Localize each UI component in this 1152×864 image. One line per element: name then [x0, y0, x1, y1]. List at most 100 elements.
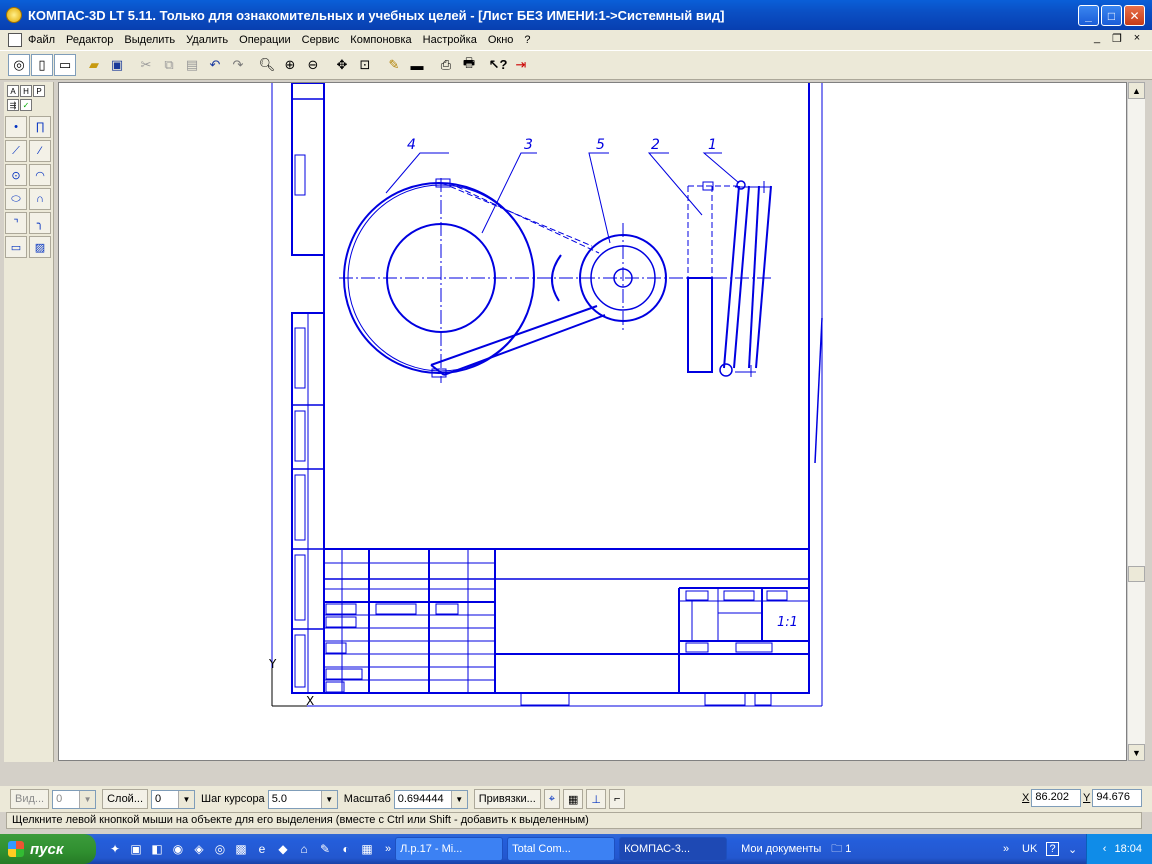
open-icon[interactable]: ▰: [83, 54, 105, 76]
segment-icon[interactable]: ⟋: [5, 140, 27, 162]
palette-tab-params[interactable]: ⇶: [7, 99, 19, 111]
quicklaunch-app-icon-11[interactable]: ✎: [316, 840, 334, 858]
scroll-thumb[interactable]: [1128, 566, 1145, 582]
undo-icon[interactable]: ↶: [204, 54, 226, 76]
quicklaunch-app-icon-7[interactable]: ▩: [232, 840, 250, 858]
quicklaunch-app-icon-5[interactable]: ◈: [190, 840, 208, 858]
quicklaunch-app-icon-12[interactable]: ◐: [337, 840, 355, 858]
scale-combo[interactable]: 0.694444 ▼: [393, 789, 468, 809]
quicklaunch-app-icon-1[interactable]: ✦: [106, 840, 124, 858]
copy-icon[interactable]: ⧉: [158, 54, 180, 76]
document-icon[interactable]: [8, 33, 22, 47]
circle-icon[interactable]: ⊙: [5, 164, 27, 186]
chamfer-icon[interactable]: ⌝: [5, 212, 27, 234]
zoom-out-icon[interactable]: ⊖: [302, 54, 324, 76]
hatch-icon[interactable]: ▨: [29, 236, 51, 258]
menu-service[interactable]: Сервис: [302, 34, 340, 46]
quicklaunch-app-icon-8[interactable]: e: [253, 840, 271, 858]
ortho-icon[interactable]: ⌐: [608, 789, 626, 809]
redo-icon[interactable]: ↷: [227, 54, 249, 76]
drawing-sheet[interactable]: 4 3 5 2 1 1:1 Y X: [59, 83, 1127, 761]
mdi-restore-button[interactable]: ❐: [1110, 32, 1124, 45]
help-icon[interactable]: ↖?: [487, 54, 509, 76]
menu-operations[interactable]: Операции: [239, 34, 290, 46]
palette-tab-geometry[interactable]: А: [7, 85, 19, 97]
save-icon[interactable]: ▣: [106, 54, 128, 76]
quicklaunch-app-icon-6[interactable]: ◎: [211, 840, 229, 858]
quicklaunch-app-icon-4[interactable]: ◉: [169, 840, 187, 858]
quicklaunch-more-icon[interactable]: »: [385, 843, 391, 855]
view-combo[interactable]: 0 ▼: [52, 789, 97, 809]
snap-settings-icon[interactable]: ⌖: [543, 789, 560, 809]
fillet-icon[interactable]: ╮: [29, 212, 51, 234]
scroll-up-icon[interactable]: ▲: [1128, 82, 1145, 99]
rectangle-icon[interactable]: ▭: [5, 236, 27, 258]
menu-delete[interactable]: Удалить: [186, 34, 228, 46]
quicklaunch-app-icon-13[interactable]: ▦: [358, 840, 376, 858]
regenerate-icon[interactable]: ▬: [406, 54, 428, 76]
new-document-icon[interactable]: ▭: [54, 54, 76, 76]
maximize-button[interactable]: □: [1101, 5, 1122, 26]
toolbar-more-icon[interactable]: »: [1003, 843, 1009, 855]
chevron-down-icon[interactable]: ▼: [178, 790, 194, 808]
zoom-in-icon[interactable]: ⊕: [279, 54, 301, 76]
ellipse-icon[interactable]: ⬭: [5, 188, 27, 210]
exit-icon[interactable]: ⇥: [510, 54, 532, 76]
vertical-scrollbar[interactable]: ▲ ▼: [1127, 82, 1145, 761]
mdi-minimize-button[interactable]: _: [1090, 32, 1104, 45]
zoom-fit-icon[interactable]: ⊡: [354, 54, 376, 76]
palette-tab-dimensions[interactable]: Н: [20, 85, 32, 97]
task-kompas[interactable]: КОМПАС-3...: [619, 837, 728, 861]
help-tray-icon[interactable]: ?: [1046, 842, 1059, 856]
parallel-segment-icon[interactable]: ⁄: [29, 140, 51, 162]
mdi-close-button[interactable]: ×: [1130, 32, 1144, 45]
menu-window[interactable]: Окно: [488, 34, 514, 46]
layer-button[interactable]: Слой...: [102, 789, 148, 809]
layer-combo[interactable]: 0 ▼: [151, 789, 195, 809]
cut-icon[interactable]: ✂: [135, 54, 157, 76]
quicklaunch-app-icon-10[interactable]: ⌂: [295, 840, 313, 858]
point-icon[interactable]: •: [5, 116, 27, 138]
my-documents-toolbar[interactable]: Мои документы: [741, 843, 821, 855]
chevron-down-icon[interactable]: ▼: [320, 790, 337, 808]
kompas-app-icon[interactable]: [6, 7, 22, 23]
new-3d-icon[interactable]: ◎: [8, 54, 30, 76]
new-sheet-icon[interactable]: ▯: [31, 54, 53, 76]
start-button[interactable]: пуск: [0, 834, 96, 864]
grid-icon[interactable]: ▦: [562, 789, 584, 809]
language-indicator[interactable]: UK: [1022, 843, 1037, 855]
task-word[interactable]: Л.р.17 - Mi...: [395, 837, 504, 861]
menu-settings[interactable]: Настройка: [423, 34, 477, 46]
preview-icon[interactable]: ⎙: [435, 54, 457, 76]
bezier-icon[interactable]: ∩: [29, 188, 51, 210]
quicklaunch-app-icon-9[interactable]: ◆: [274, 840, 292, 858]
menu-help[interactable]: ?: [524, 34, 530, 46]
pan-icon[interactable]: ✥: [331, 54, 353, 76]
tray-more-icon[interactable]: ⌄: [1068, 843, 1077, 856]
task-totalcmd[interactable]: Total Com...: [507, 837, 616, 861]
zoom-icon[interactable]: 🔍︎: [256, 54, 278, 76]
quicklaunch-app-icon-2[interactable]: ▣: [127, 840, 145, 858]
aux-line-icon[interactable]: ∏: [29, 116, 51, 138]
cursor-step-combo[interactable]: 5.0 ▼: [267, 789, 338, 809]
print-icon[interactable]: 🖶︎: [458, 54, 480, 76]
chevron-down-icon[interactable]: ▼: [450, 790, 467, 808]
edit-icon[interactable]: ✎: [383, 54, 405, 76]
drawing-area[interactable]: 4 3 5 2 1 1:1 Y X: [58, 82, 1127, 761]
folder-icon[interactable]: 🗀︎: [831, 840, 842, 859]
scroll-down-icon[interactable]: ▼: [1128, 744, 1145, 761]
paste-icon[interactable]: ▤: [181, 54, 203, 76]
menu-layout[interactable]: Компоновка: [350, 34, 411, 46]
palette-tab-measure[interactable]: ✓: [20, 99, 32, 111]
folder-label[interactable]: 1: [845, 843, 851, 855]
menu-select[interactable]: Выделить: [124, 34, 175, 46]
view-button[interactable]: Вид...: [10, 789, 50, 809]
minimize-button[interactable]: _: [1078, 5, 1099, 26]
tray-expand-icon[interactable]: ‹: [1103, 843, 1107, 855]
chevron-down-icon[interactable]: ▼: [79, 790, 96, 808]
local-cs-icon[interactable]: ⊥: [586, 789, 606, 809]
arc-icon[interactable]: ◠: [29, 164, 51, 186]
palette-tab-edit[interactable]: Р: [33, 85, 45, 97]
quicklaunch-app-icon-3[interactable]: ◧: [148, 840, 166, 858]
menu-file[interactable]: Файл: [28, 34, 55, 46]
